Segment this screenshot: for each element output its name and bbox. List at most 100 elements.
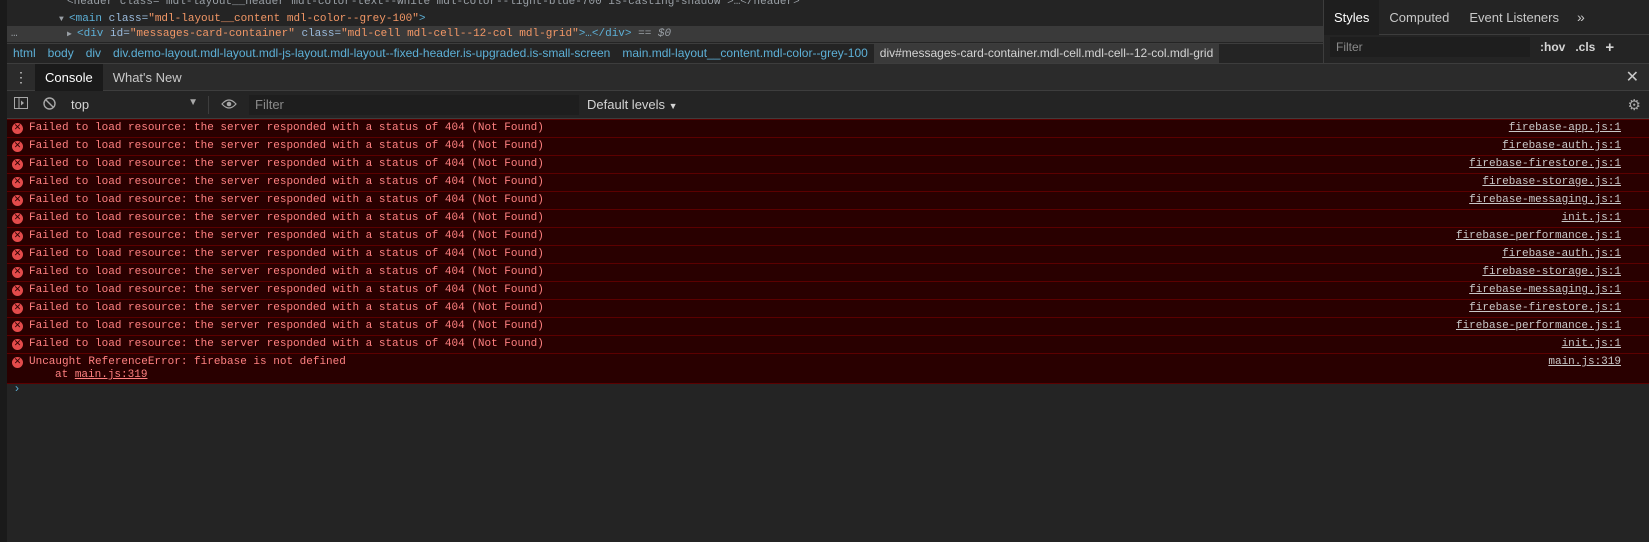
hov-button[interactable]: :hov: [1540, 40, 1565, 54]
source-link[interactable]: firebase-performance.js:1: [1456, 228, 1621, 245]
main-tag-close: >: [418, 13, 426, 25]
breadcrumb-div-demo-layout[interactable]: div.demo-layout.mdl-layout.mdl-js-layout…: [107, 44, 616, 63]
error-message: Failed to load resource: the server resp…: [29, 266, 544, 278]
styles-pane: Styles Computed Event Listeners » Filter…: [1323, 0, 1649, 63]
source-link[interactable]: firebase-auth.js:1: [1502, 138, 1621, 155]
console-filter-input[interactable]: Filter: [249, 94, 579, 115]
tab-whats-new[interactable]: What's New: [103, 64, 192, 91]
console-error-row: ✕ Failed to load resource: the server res…: [7, 335, 1649, 353]
elements-header-line[interactable]: <header class="mdl-layout__header mdl-co…: [67, 0, 800, 10]
main-tag: <main: [69, 13, 103, 25]
source-link[interactable]: init.js:1: [1562, 210, 1621, 227]
error-message: Failed to load resource: the server resp…: [29, 284, 544, 296]
div-class-value: "mdl-cell mdl-cell--12-col mdl-grid": [341, 28, 579, 40]
elements-selected-line[interactable]: … ▶ <div id="messages-card-container" cla…: [7, 26, 1323, 42]
close-drawer-icon[interactable]: ✕: [1626, 67, 1639, 87]
tab-styles[interactable]: Styles: [1324, 0, 1380, 35]
breadcrumb-body[interactable]: body: [42, 44, 80, 63]
console-messages: ✕ Failed to load resource: the server res…: [7, 119, 1649, 542]
source-link[interactable]: init.js:1: [1562, 336, 1621, 353]
source-link[interactable]: firebase-messaging.js:1: [1469, 192, 1621, 209]
error-icon: ✕: [12, 357, 23, 368]
console-error-row: ✕ Failed to load resource: the server res…: [7, 245, 1649, 263]
eye-icon[interactable]: [215, 97, 243, 112]
error-icon: ✕: [12, 213, 23, 224]
error-icon: ✕: [12, 177, 23, 188]
div-tag-close: >…</div>: [578, 28, 632, 40]
stack-trace-link[interactable]: main.js:319: [75, 369, 148, 381]
error-icon: ✕: [12, 159, 23, 170]
source-link[interactable]: firebase-firestore.js:1: [1469, 156, 1621, 173]
chevron-down-icon: ▼: [188, 97, 198, 108]
toolbar-divider: [208, 95, 209, 114]
breadcrumb-html[interactable]: html: [7, 44, 42, 63]
breadcrumb-selected-div[interactable]: div#messages-card-container.mdl-cell.mdl…: [873, 44, 1220, 63]
console-error-row: ✕ Failed to load resource: the server res…: [7, 155, 1649, 173]
stack-trace-line: at main.js:319: [55, 367, 147, 384]
elements-tree: <header class="mdl-layout__header mdl-co…: [7, 0, 1323, 43]
error-message: Failed to load resource: the server resp…: [29, 230, 544, 242]
log-levels-label: Default levels: [587, 97, 666, 112]
error-icon: ✕: [12, 231, 23, 242]
sidebar-toggle-icon[interactable]: [7, 97, 35, 112]
console-uncaught-error-row: ✕ Uncaught ReferenceError: firebase is n…: [7, 353, 1649, 384]
source-link[interactable]: firebase-storage.js:1: [1482, 264, 1621, 281]
error-icon: ✕: [12, 267, 23, 278]
console-toolbar: top ▼ Filter Default levels ▼ ⚙: [7, 91, 1649, 119]
more-tabs-icon[interactable]: »: [1569, 0, 1593, 35]
console-error-row: ✕ Failed to load resource: the server res…: [7, 299, 1649, 317]
context-label: top: [71, 97, 90, 112]
error-icon: ✕: [12, 249, 23, 260]
error-icon: ✕: [12, 141, 23, 152]
stack-at-label: at: [55, 369, 69, 381]
more-dots-icon[interactable]: …: [11, 26, 18, 42]
error-icon: ✕: [12, 303, 23, 314]
console-error-row: ✕ Failed to load resource: the server res…: [7, 173, 1649, 191]
error-message: Failed to load resource: the server resp…: [29, 176, 544, 188]
tab-event-listeners[interactable]: Event Listeners: [1459, 0, 1569, 35]
main-attr-value: "mdl-layout__content mdl-color--grey-100…: [148, 13, 419, 25]
source-link[interactable]: firebase-performance.js:1: [1456, 318, 1621, 335]
source-link[interactable]: firebase-storage.js:1: [1482, 174, 1621, 191]
clear-console-icon[interactable]: [35, 96, 63, 113]
error-message: Failed to load resource: the server resp…: [29, 140, 544, 152]
div-id-attr: id=: [103, 28, 130, 40]
console-error-row: ✕ Failed to load resource: the server res…: [7, 119, 1649, 137]
elements-main-line[interactable]: ▼ <main class="mdl-layout__content mdl-co…: [59, 11, 426, 27]
error-message: Failed to load resource: the server resp…: [29, 194, 544, 206]
error-icon: ✕: [12, 195, 23, 206]
console-error-row: ✕ Failed to load resource: the server res…: [7, 227, 1649, 245]
error-message: Failed to load resource: the server resp…: [29, 248, 544, 260]
tab-console[interactable]: Console: [35, 63, 103, 91]
error-icon: ✕: [12, 285, 23, 296]
styles-filter-input[interactable]: Filter: [1330, 37, 1530, 57]
console-error-row: ✕ Failed to load resource: the server res…: [7, 137, 1649, 155]
console-prompt[interactable]: ›: [15, 381, 19, 395]
error-message: Failed to load resource: the server resp…: [29, 122, 544, 134]
context-selector[interactable]: top ▼: [67, 97, 202, 112]
source-link[interactable]: firebase-auth.js:1: [1502, 246, 1621, 263]
drawer-menu-icon[interactable]: ⋮: [7, 69, 35, 86]
source-link[interactable]: firebase-messaging.js:1: [1469, 282, 1621, 299]
error-icon: ✕: [12, 123, 23, 134]
error-message: Failed to load resource: the server resp…: [29, 158, 544, 170]
breadcrumb-main[interactable]: main.mdl-layout__content.mdl-color--grey…: [616, 44, 873, 63]
div-id-value: "messages-card-container": [129, 28, 295, 40]
main-attr: class=: [102, 13, 149, 25]
div-class-attr: class=: [294, 28, 342, 40]
styles-filter-bar: Filter :hov .cls +: [1324, 35, 1649, 59]
error-icon: ✕: [12, 339, 23, 350]
source-link[interactable]: firebase-app.js:1: [1509, 120, 1621, 137]
error-message: Failed to load resource: the server resp…: [29, 212, 544, 224]
collapsed-triangle-icon[interactable]: ▶: [67, 27, 77, 43]
gear-icon[interactable]: ⚙: [1628, 96, 1641, 114]
tab-computed[interactable]: Computed: [1379, 0, 1459, 35]
breadcrumb: html body div div.demo-layout.mdl-layout.md…: [7, 43, 1323, 63]
source-link[interactable]: main.js:319: [1548, 354, 1621, 371]
cls-button[interactable]: .cls: [1575, 40, 1595, 54]
log-levels-dropdown[interactable]: Default levels ▼: [587, 97, 678, 112]
breadcrumb-div[interactable]: div: [80, 44, 107, 63]
error-message: Failed to load resource: the server resp…: [29, 320, 544, 332]
source-link[interactable]: firebase-firestore.js:1: [1469, 300, 1621, 317]
add-rule-icon[interactable]: +: [1605, 39, 1614, 56]
